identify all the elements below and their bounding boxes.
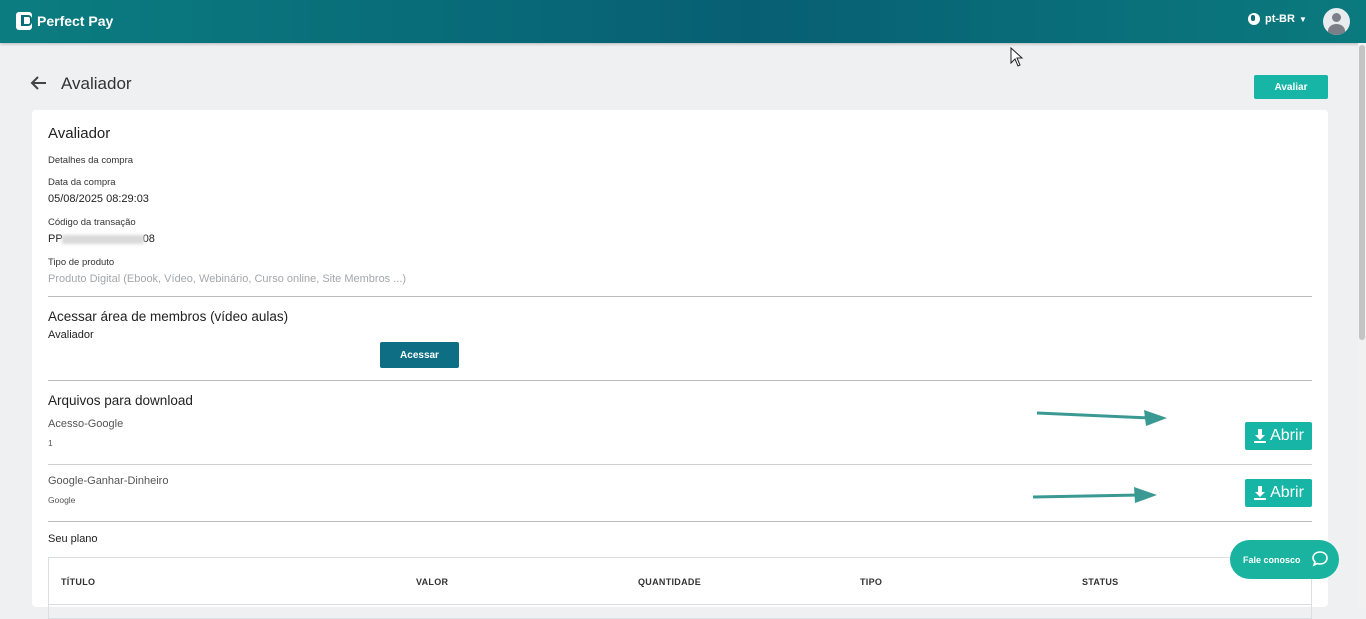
members-area-heading: Acessar área de membros (vídeo aulas) bbox=[48, 309, 289, 324]
mouse-cursor-icon bbox=[1010, 47, 1024, 67]
file-divider bbox=[48, 464, 1312, 465]
transaction-code-label: Código da transação bbox=[48, 217, 136, 228]
purchase-details-label: Detalhes da compra bbox=[48, 155, 134, 166]
purchase-date-label: Data da compra bbox=[48, 177, 116, 188]
chat-bubble-icon bbox=[1312, 551, 1328, 567]
annotation-arrow bbox=[1036, 410, 1167, 426]
product-title: Avaliador bbox=[48, 125, 111, 142]
section-divider bbox=[48, 296, 1312, 297]
page-scrollbar[interactable] bbox=[1358, 43, 1366, 607]
open-file-button[interactable]: Abrir bbox=[1245, 422, 1312, 450]
open-file-label: Abrir bbox=[1270, 484, 1304, 501]
table-header-value: VALOR bbox=[416, 577, 449, 587]
open-file-label: Abrir bbox=[1270, 427, 1304, 444]
table-header-type: TIPO bbox=[860, 577, 883, 587]
top-navbar: Perfect Pay pt-BR ▼ bbox=[0, 0, 1366, 43]
back-arrow-icon[interactable] bbox=[30, 74, 50, 94]
downloads-heading: Arquivos para download bbox=[48, 393, 193, 408]
transaction-code-value: PP 08 bbox=[48, 233, 155, 245]
scrollbar-thumb[interactable] bbox=[1359, 45, 1365, 340]
open-file-button[interactable]: Abrir bbox=[1245, 479, 1312, 507]
purchase-date-value: 05/08/2025 08:29:03 bbox=[48, 193, 149, 205]
contact-us-label: Fale conosco bbox=[1243, 554, 1301, 565]
brand-name: Perfect Pay bbox=[37, 13, 114, 29]
section-divider bbox=[48, 380, 1312, 381]
download-file-name: Google-Ganhar-Dinheiro bbox=[48, 475, 169, 487]
contact-us-button[interactable]: Fale conosco bbox=[1230, 540, 1339, 579]
download-icon bbox=[1254, 486, 1267, 500]
download-file-description: Google bbox=[48, 495, 76, 505]
table-header-quantity: QUANTIDADE bbox=[638, 577, 701, 587]
brand-logo[interactable]: Perfect Pay bbox=[16, 12, 113, 30]
transaction-code-prefix: PP bbox=[48, 233, 63, 245]
evaluate-button[interactable]: Avaliar bbox=[1254, 75, 1328, 99]
product-type-label: Tipo de produto bbox=[48, 257, 115, 268]
perfect-pay-logo-icon bbox=[16, 12, 32, 30]
product-type-value: Produto Digital (Ebook, Vídeo, Webinário… bbox=[48, 273, 407, 285]
user-avatar[interactable] bbox=[1323, 8, 1350, 35]
plan-heading: Seu plano bbox=[48, 533, 98, 545]
download-file-description: 1 bbox=[48, 438, 53, 448]
table-header-title: TÍTULO bbox=[61, 577, 96, 587]
purchase-card: Avaliador Detalhes da compra Data da com… bbox=[32, 110, 1328, 619]
language-label: pt-BR bbox=[1265, 13, 1295, 25]
plan-table: TÍTULO VALOR QUANTIDADE TIPO STATUS bbox=[48, 557, 1312, 619]
download-icon bbox=[1254, 429, 1267, 443]
section-divider bbox=[48, 521, 1312, 522]
download-file-name: Acesso-Google bbox=[48, 418, 124, 430]
table-header-status: STATUS bbox=[1082, 577, 1119, 587]
page-title: Avaliador bbox=[61, 74, 132, 93]
transaction-code-suffix: 08 bbox=[142, 233, 155, 245]
annotation-arrow bbox=[1032, 487, 1157, 503]
globe-icon bbox=[1248, 13, 1260, 25]
redacted-blur bbox=[61, 234, 144, 244]
table-header-divider bbox=[49, 604, 1311, 605]
access-members-button[interactable]: Acessar bbox=[380, 342, 459, 368]
caret-down-icon: ▼ bbox=[1298, 14, 1307, 24]
language-selector[interactable]: pt-BR ▼ bbox=[1248, 13, 1307, 25]
members-course-name: Avaliador bbox=[48, 329, 94, 341]
